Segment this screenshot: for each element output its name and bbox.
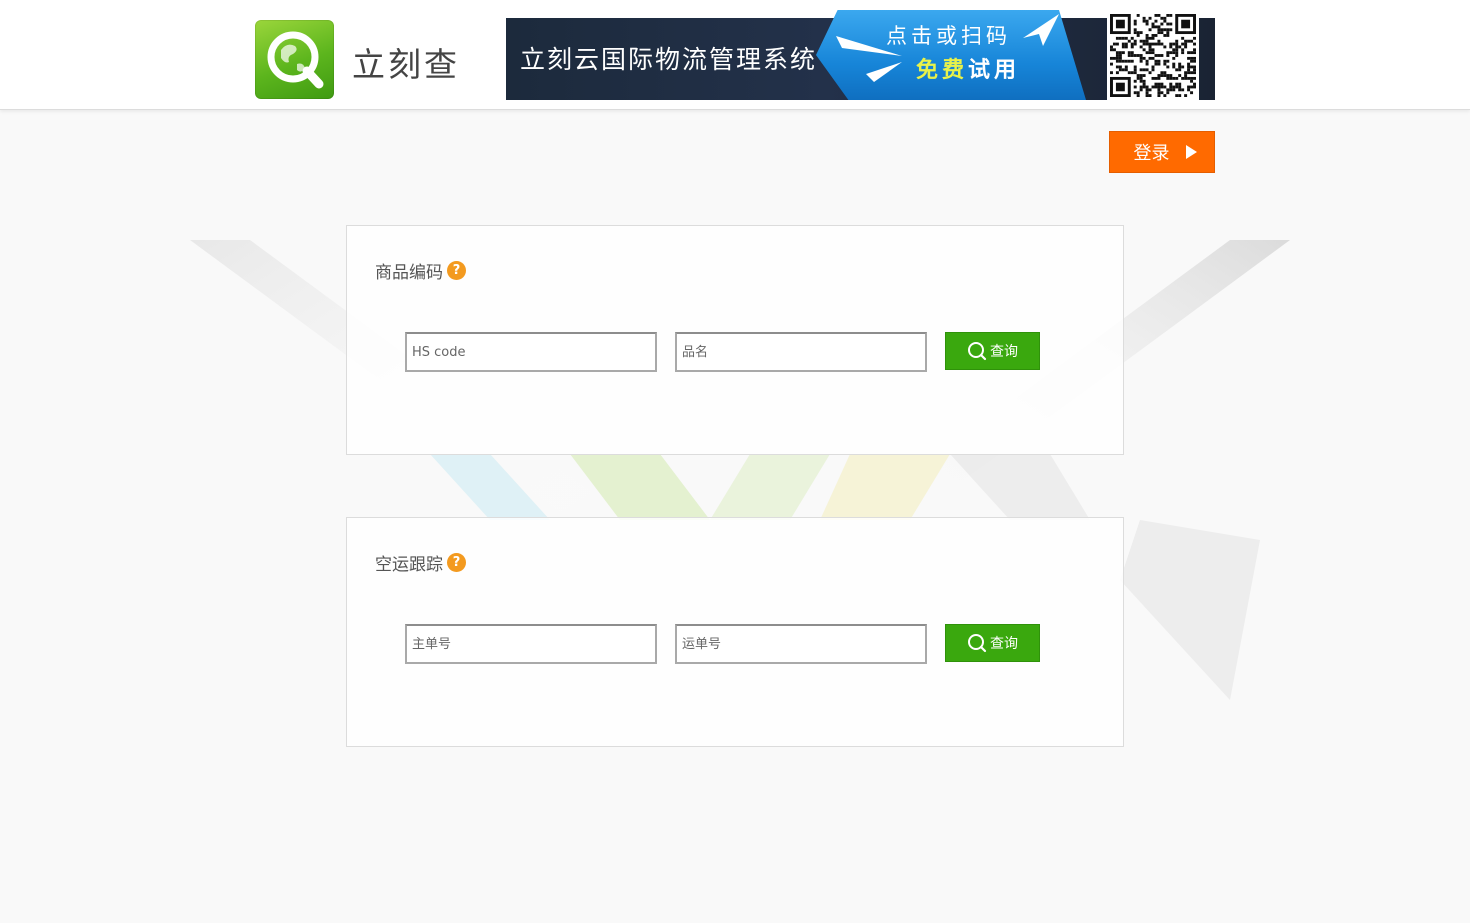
- question-icon[interactable]: ?: [447, 553, 466, 572]
- air-tracking-panel-title: 空运跟踪 ?: [375, 550, 466, 575]
- banner-line-2: 免费试用: [916, 52, 1020, 84]
- product-name-input[interactable]: [675, 332, 927, 372]
- master-awb-input[interactable]: [405, 624, 657, 664]
- banner-trial: 试用: [968, 58, 1021, 83]
- tracking-query-button[interactable]: 查询: [945, 624, 1040, 662]
- promo-banner[interactable]: 立刻云国际物流管理系统 点击或扫码 免费试用: [506, 10, 1215, 100]
- panel-title-text: 商品编码: [375, 263, 443, 283]
- hs-code-panel: 商品编码 ? 查询: [346, 225, 1124, 455]
- air-tracking-panel: 空运跟踪 ? 查询: [346, 517, 1124, 747]
- query-label: 查询: [990, 344, 1018, 360]
- logo-icon[interactable]: [255, 20, 334, 99]
- qr-code-icon[interactable]: [1107, 11, 1199, 100]
- hs-code-input[interactable]: [405, 332, 657, 372]
- login-label: 登录: [1133, 143, 1170, 164]
- banner-free: 免费: [916, 58, 969, 83]
- hs-query-button[interactable]: 查询: [945, 332, 1040, 370]
- paper-plane-icon: [1023, 14, 1059, 46]
- header: 立刻查 立刻云国际物流管理系统 点击或扫码 免费试用: [0, 0, 1470, 110]
- banner-title: 立刻云国际物流管理系统: [520, 45, 818, 74]
- query-label: 查询: [990, 636, 1018, 652]
- waybill-input[interactable]: [675, 624, 927, 664]
- search-icon: [968, 634, 987, 653]
- hs-code-panel-title: 商品编码 ?: [375, 258, 466, 283]
- logo-text[interactable]: 立刻查: [352, 38, 460, 86]
- banner-line-1: 点击或扫码: [886, 24, 1011, 48]
- play-arrow-icon: [1185, 145, 1197, 159]
- search-icon: [968, 342, 987, 361]
- login-button[interactable]: 登录: [1109, 131, 1215, 173]
- panel-title-text: 空运跟踪: [375, 555, 443, 575]
- question-icon[interactable]: ?: [447, 261, 466, 280]
